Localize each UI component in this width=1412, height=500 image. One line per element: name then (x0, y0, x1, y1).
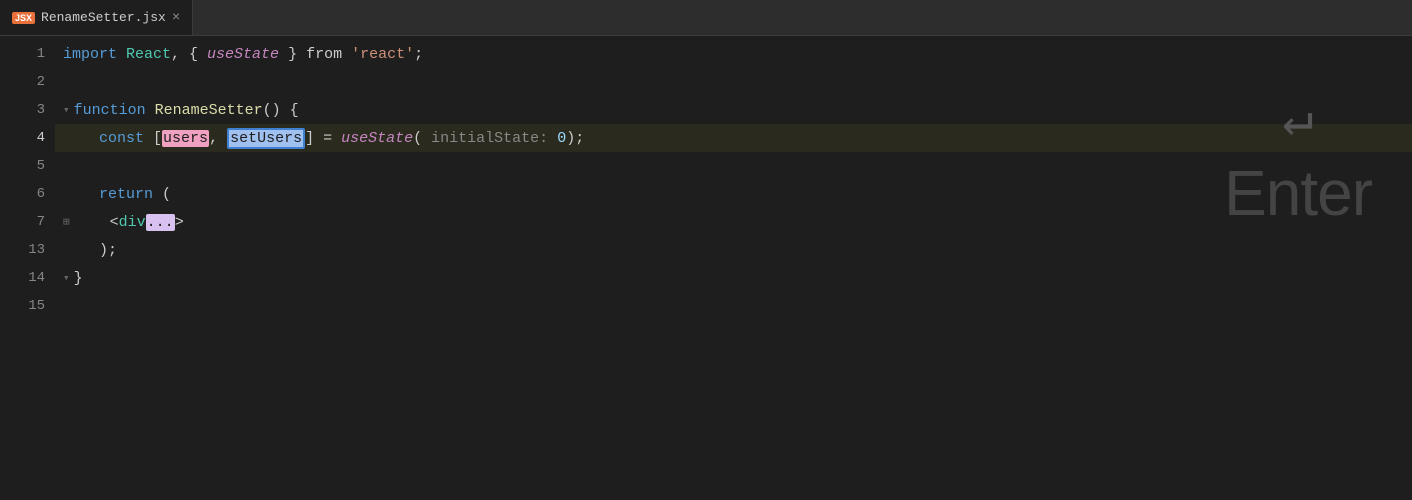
code-line-7: ⊞ < div ... > (55, 208, 1412, 236)
line-num-5: 5 (0, 152, 45, 180)
code-line-13: ); (55, 236, 1412, 264)
close-angle: > (175, 214, 184, 231)
usestate-call: useState (341, 130, 413, 147)
line-num-15: 15 (0, 292, 45, 320)
indent-7 (74, 214, 110, 231)
ellipsis-highlight: ... (146, 214, 175, 231)
react-string: 'react' (351, 46, 414, 63)
close-bracket: ] (305, 130, 323, 147)
code-line-1: import React , { useState } from 'react'… (55, 40, 1412, 68)
tab-close-button[interactable]: × (172, 11, 180, 25)
line-num-3: 3 (0, 96, 45, 124)
setusers-highlight: setUsers (227, 128, 305, 149)
open-paren-6: ( (162, 186, 171, 203)
line-num-7: 7 (0, 208, 45, 236)
from-keyword: from (306, 46, 351, 63)
close-paren-4: ); (566, 130, 584, 147)
line-num-14: 14 (0, 264, 45, 292)
function-keyword: function (74, 102, 155, 119)
const-keyword: const (99, 130, 153, 147)
equals: = (323, 130, 341, 147)
editor-area: 1 2 3 4 5 6 7 13 14 15 import React , { … (0, 36, 1412, 500)
line-num-2: 2 (0, 68, 45, 96)
enter-arrow-icon: ↵ (1282, 96, 1313, 148)
open-paren-4: ( (413, 130, 431, 147)
code-line-5 (55, 152, 1412, 180)
open-angle: < (110, 214, 119, 231)
jsx-badge: JSX (12, 12, 35, 24)
fold-icon-7[interactable]: ⊞ (63, 215, 70, 229)
code-line-6: return ( (55, 180, 1412, 208)
line-num-1: 1 (0, 40, 45, 68)
code-line-4: const [ users , setUsers ] = useState ( … (55, 124, 1412, 152)
enter-indicator: ↵ Enter (1224, 96, 1372, 230)
import-keyword: import (63, 46, 126, 63)
code-area[interactable]: import React , { useState } from 'react'… (55, 36, 1412, 500)
users-highlight: users (162, 130, 209, 147)
line-num-4: 4 (0, 124, 45, 152)
return-keyword: return (99, 186, 162, 203)
code-line-2 (55, 68, 1412, 96)
comma-4: , (209, 130, 227, 147)
line-numbers: 1 2 3 4 5 6 7 13 14 15 (0, 36, 55, 500)
initialstate-hint: initialState: (431, 130, 557, 147)
indent-6 (63, 186, 99, 203)
usestate-name: useState (207, 46, 279, 63)
line-num-13: 13 (0, 236, 45, 264)
indent-4 (63, 130, 99, 147)
code-line-14: ▾ } (55, 264, 1412, 292)
close-brace-import: } (279, 46, 306, 63)
comma-brace: , { (171, 46, 207, 63)
indent-13 (63, 242, 99, 259)
tab-renamesetter[interactable]: JSX RenameSetter.jsx × (0, 0, 193, 35)
enter-label: Enter (1224, 156, 1372, 230)
div-tag: div (119, 214, 146, 231)
code-line-15 (55, 292, 1412, 320)
semicolon-1: ; (414, 46, 423, 63)
react-name: React (126, 46, 171, 63)
tab-filename: RenameSetter.jsx (41, 10, 166, 25)
initialstate-value: 0 (557, 130, 566, 147)
fold-icon-3[interactable]: ▾ (63, 103, 70, 117)
parens-brace: () { (263, 102, 299, 119)
function-name: RenameSetter (155, 102, 263, 119)
open-bracket: [ (153, 130, 162, 147)
tab-bar: JSX RenameSetter.jsx × (0, 0, 1412, 36)
close-paren-13: ); (99, 242, 117, 259)
code-line-3: ▾ function RenameSetter () { (55, 96, 1412, 124)
fold-icon-14[interactable]: ▾ (63, 271, 70, 285)
line-num-6: 6 (0, 180, 45, 208)
close-brace-14: } (74, 270, 83, 287)
